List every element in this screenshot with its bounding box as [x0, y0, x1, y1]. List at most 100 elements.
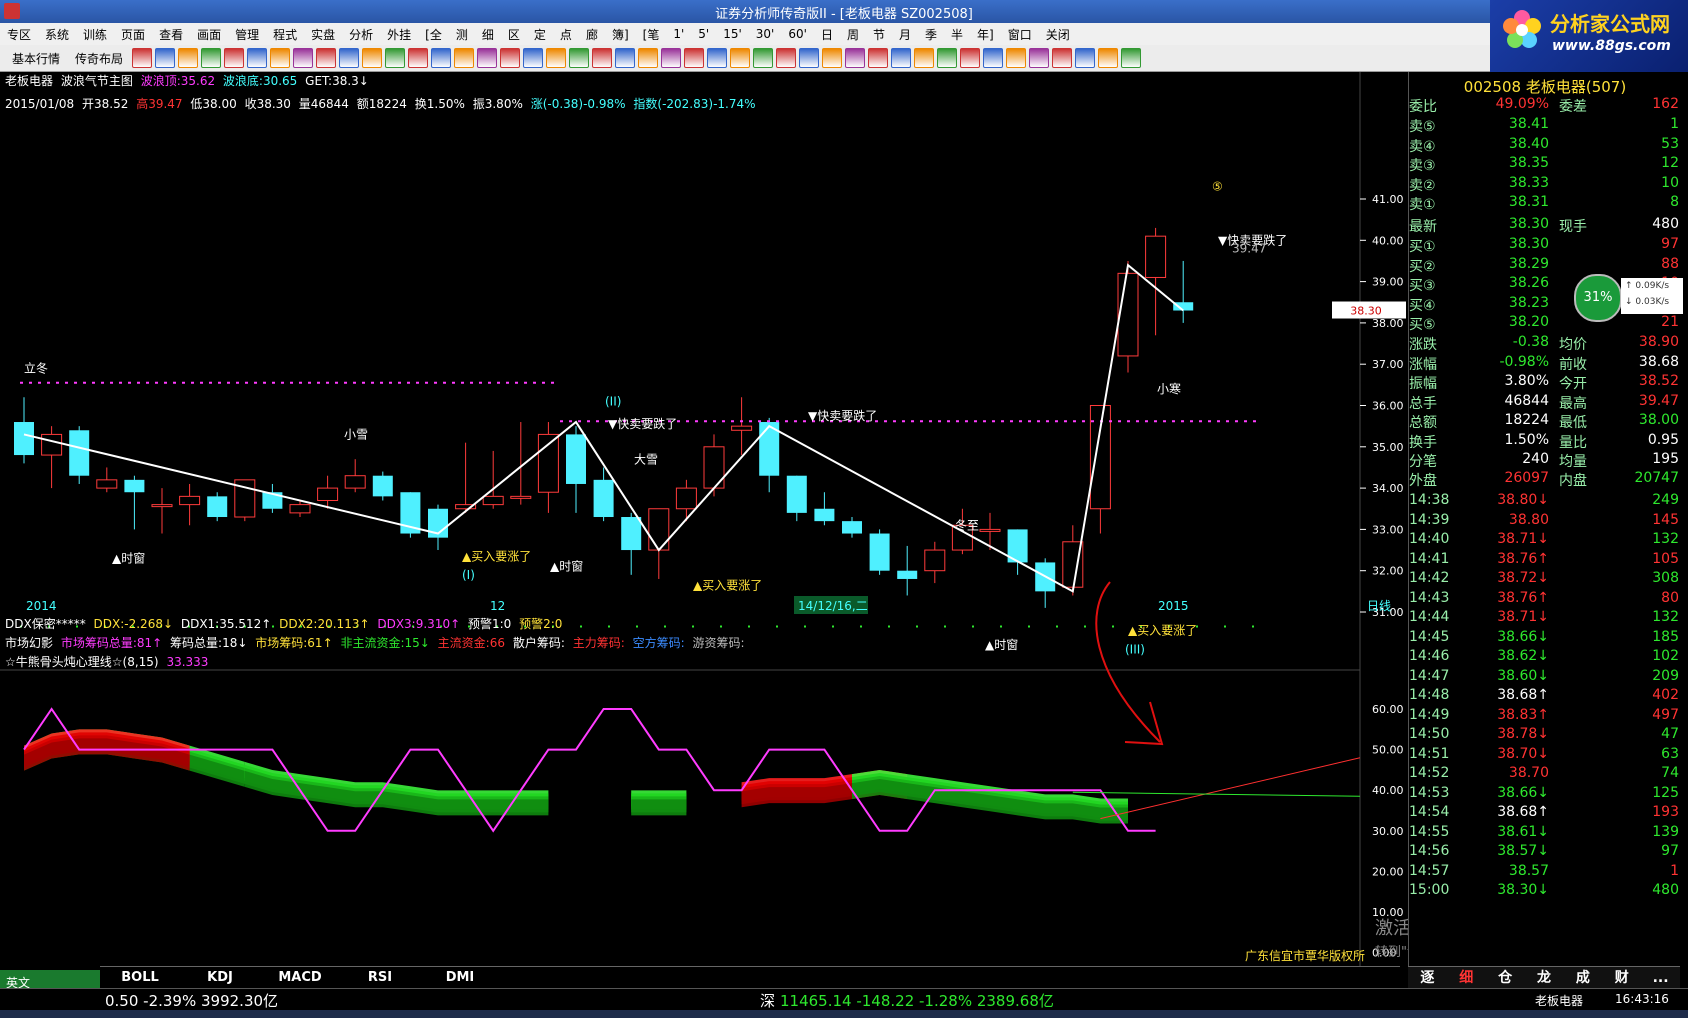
toolbar-tool-icon[interactable]	[776, 48, 797, 68]
toolbar-tool-icon[interactable]	[270, 48, 291, 68]
tick-row-cell: 14:51	[1409, 745, 1450, 762]
menu-item[interactable]: 窗口	[1001, 26, 1039, 43]
indicator-tab-rsi[interactable]: RSI	[340, 967, 420, 989]
menu-item[interactable]: 页面	[114, 26, 152, 43]
indicator-tab-kdj[interactable]: KDJ	[180, 967, 260, 989]
menu-item[interactable]: 测	[449, 26, 475, 43]
toolbar-tool-icon[interactable]	[684, 48, 705, 68]
indicator-tab-dmi[interactable]: DMI	[420, 967, 500, 989]
menu-item[interactable]: 画面	[190, 26, 228, 43]
toolbar-tool-icon[interactable]	[822, 48, 843, 68]
menu-item[interactable]: 簿]	[605, 26, 636, 43]
toolbar-tool-icon[interactable]	[132, 48, 153, 68]
toolbar-tool-icon[interactable]	[868, 48, 889, 68]
side-tab[interactable]: 龙	[1525, 967, 1564, 989]
menu-item[interactable]: 查看	[152, 26, 190, 43]
menu-item[interactable]: 实盘	[304, 26, 342, 43]
toolbar-tool-icon[interactable]	[339, 48, 360, 68]
menu-item[interactable]: 定	[527, 26, 553, 43]
menu-item[interactable]: [笔	[636, 26, 667, 43]
tick-row-cell: 308	[1652, 570, 1679, 586]
side-tab[interactable]: ...	[1641, 967, 1680, 989]
menu-item[interactable]: 60'	[781, 27, 814, 41]
menu-item[interactable]: 区	[501, 26, 527, 43]
candle-body	[842, 521, 862, 534]
toolbar-tool-icon[interactable]	[316, 48, 337, 68]
side-tab[interactable]: 逐	[1408, 967, 1447, 989]
menu-item[interactable]: 系统	[38, 26, 76, 43]
side-tab[interactable]: 仓	[1486, 967, 1525, 989]
menu-item[interactable]: 1'	[666, 27, 691, 41]
toolbar-tool-icon[interactable]	[891, 48, 912, 68]
side-tab[interactable]: 财	[1602, 967, 1641, 989]
main-chart[interactable]: 41.00 40.00 39.00 38.00 37.00 36.00 35.00 34.00…	[0, 72, 1408, 972]
menu-item[interactable]: 30'	[749, 27, 782, 41]
toolbar-tool-icon[interactable]	[960, 48, 981, 68]
menu-item[interactable]: 5'	[691, 27, 716, 41]
toolbar-tool-icon[interactable]	[224, 48, 245, 68]
ddx-value: DDX:-2.268↓	[93, 617, 174, 631]
toolbar-tool-icon[interactable]	[615, 48, 636, 68]
menu-item[interactable]: 15'	[716, 27, 749, 41]
toolbar-tool-icon[interactable]	[201, 48, 222, 68]
toolbar-tool-icon[interactable]	[155, 48, 176, 68]
toolbar-tool-icon[interactable]	[523, 48, 544, 68]
toolbar-tool-icon[interactable]	[753, 48, 774, 68]
toolbar-tool-icon[interactable]	[247, 48, 268, 68]
toolbar-tool-icon[interactable]	[799, 48, 820, 68]
menu-item[interactable]: 细	[475, 26, 501, 43]
toolbar-tool-icon[interactable]	[1006, 48, 1027, 68]
layout-button[interactable]: 传奇布局	[69, 50, 129, 67]
basic-quote-button[interactable]: 基本行情	[6, 50, 66, 67]
menu-item[interactable]: 关闭	[1039, 26, 1077, 43]
menu-item[interactable]: 季	[918, 26, 944, 43]
toolbar-tool-icon[interactable]	[1075, 48, 1096, 68]
menu-item[interactable]: [全	[418, 26, 449, 43]
menu-item[interactable]: 日	[814, 26, 840, 43]
toolbar-tool-icon[interactable]	[1052, 48, 1073, 68]
side-tab[interactable]: 细	[1447, 967, 1486, 989]
toolbar-tool-icon[interactable]	[914, 48, 935, 68]
toolbar-tool-icon[interactable]	[477, 48, 498, 68]
menu-item[interactable]: 年]	[970, 26, 1001, 43]
toolbar-tool-icon[interactable]	[546, 48, 567, 68]
toolbar-tool-icon[interactable]	[362, 48, 383, 68]
toolbar-tool-icon[interactable]	[983, 48, 1004, 68]
menu-item[interactable]: 节	[866, 26, 892, 43]
toolbar-tool-icon[interactable]	[730, 48, 751, 68]
toolbar-tool-icon[interactable]	[1098, 48, 1119, 68]
menu-item[interactable]: 训练	[76, 26, 114, 43]
candle-body	[14, 422, 34, 456]
menu-item[interactable]: 月	[892, 26, 918, 43]
tick-row-cell: 38.62↓	[1497, 648, 1549, 664]
toolbar-tool-icon[interactable]	[293, 48, 314, 68]
tick-row-cell: 80	[1661, 589, 1679, 606]
toolbar-tool-icon[interactable]	[408, 48, 429, 68]
toolbar-tool-icon[interactable]	[1121, 48, 1142, 68]
menu-item[interactable]: 点	[553, 26, 579, 43]
toolbar-tool-icon[interactable]	[638, 48, 659, 68]
menu-item[interactable]: 管理	[228, 26, 266, 43]
toolbar-tool-icon[interactable]	[569, 48, 590, 68]
toolbar-tool-icon[interactable]	[178, 48, 199, 68]
menu-item[interactable]: 半	[944, 26, 970, 43]
toolbar-tool-icon[interactable]	[707, 48, 728, 68]
menu-item[interactable]: 周	[840, 26, 866, 43]
toolbar-tool-icon[interactable]	[845, 48, 866, 68]
indicator-tab-macd[interactable]: MACD	[260, 967, 340, 989]
toolbar-tool-icon[interactable]	[661, 48, 682, 68]
menu-item[interactable]: 专区	[0, 26, 38, 43]
toolbar-tool-icon[interactable]	[592, 48, 613, 68]
toolbar-tool-icon[interactable]	[385, 48, 406, 68]
toolbar-tool-icon[interactable]	[937, 48, 958, 68]
menu-item[interactable]: 程式	[266, 26, 304, 43]
toolbar-tool-icon[interactable]	[454, 48, 475, 68]
toolbar-tool-icon[interactable]	[500, 48, 521, 68]
toolbar-tool-icon[interactable]	[431, 48, 452, 68]
menu-item[interactable]: 廊	[579, 26, 605, 43]
menu-item[interactable]: 分析	[342, 26, 380, 43]
side-tab[interactable]: 成	[1563, 967, 1602, 989]
menu-item[interactable]: 外挂	[380, 26, 418, 43]
indicator-tab-boll[interactable]: BOLL	[100, 967, 180, 989]
toolbar-tool-icon[interactable]	[1029, 48, 1050, 68]
